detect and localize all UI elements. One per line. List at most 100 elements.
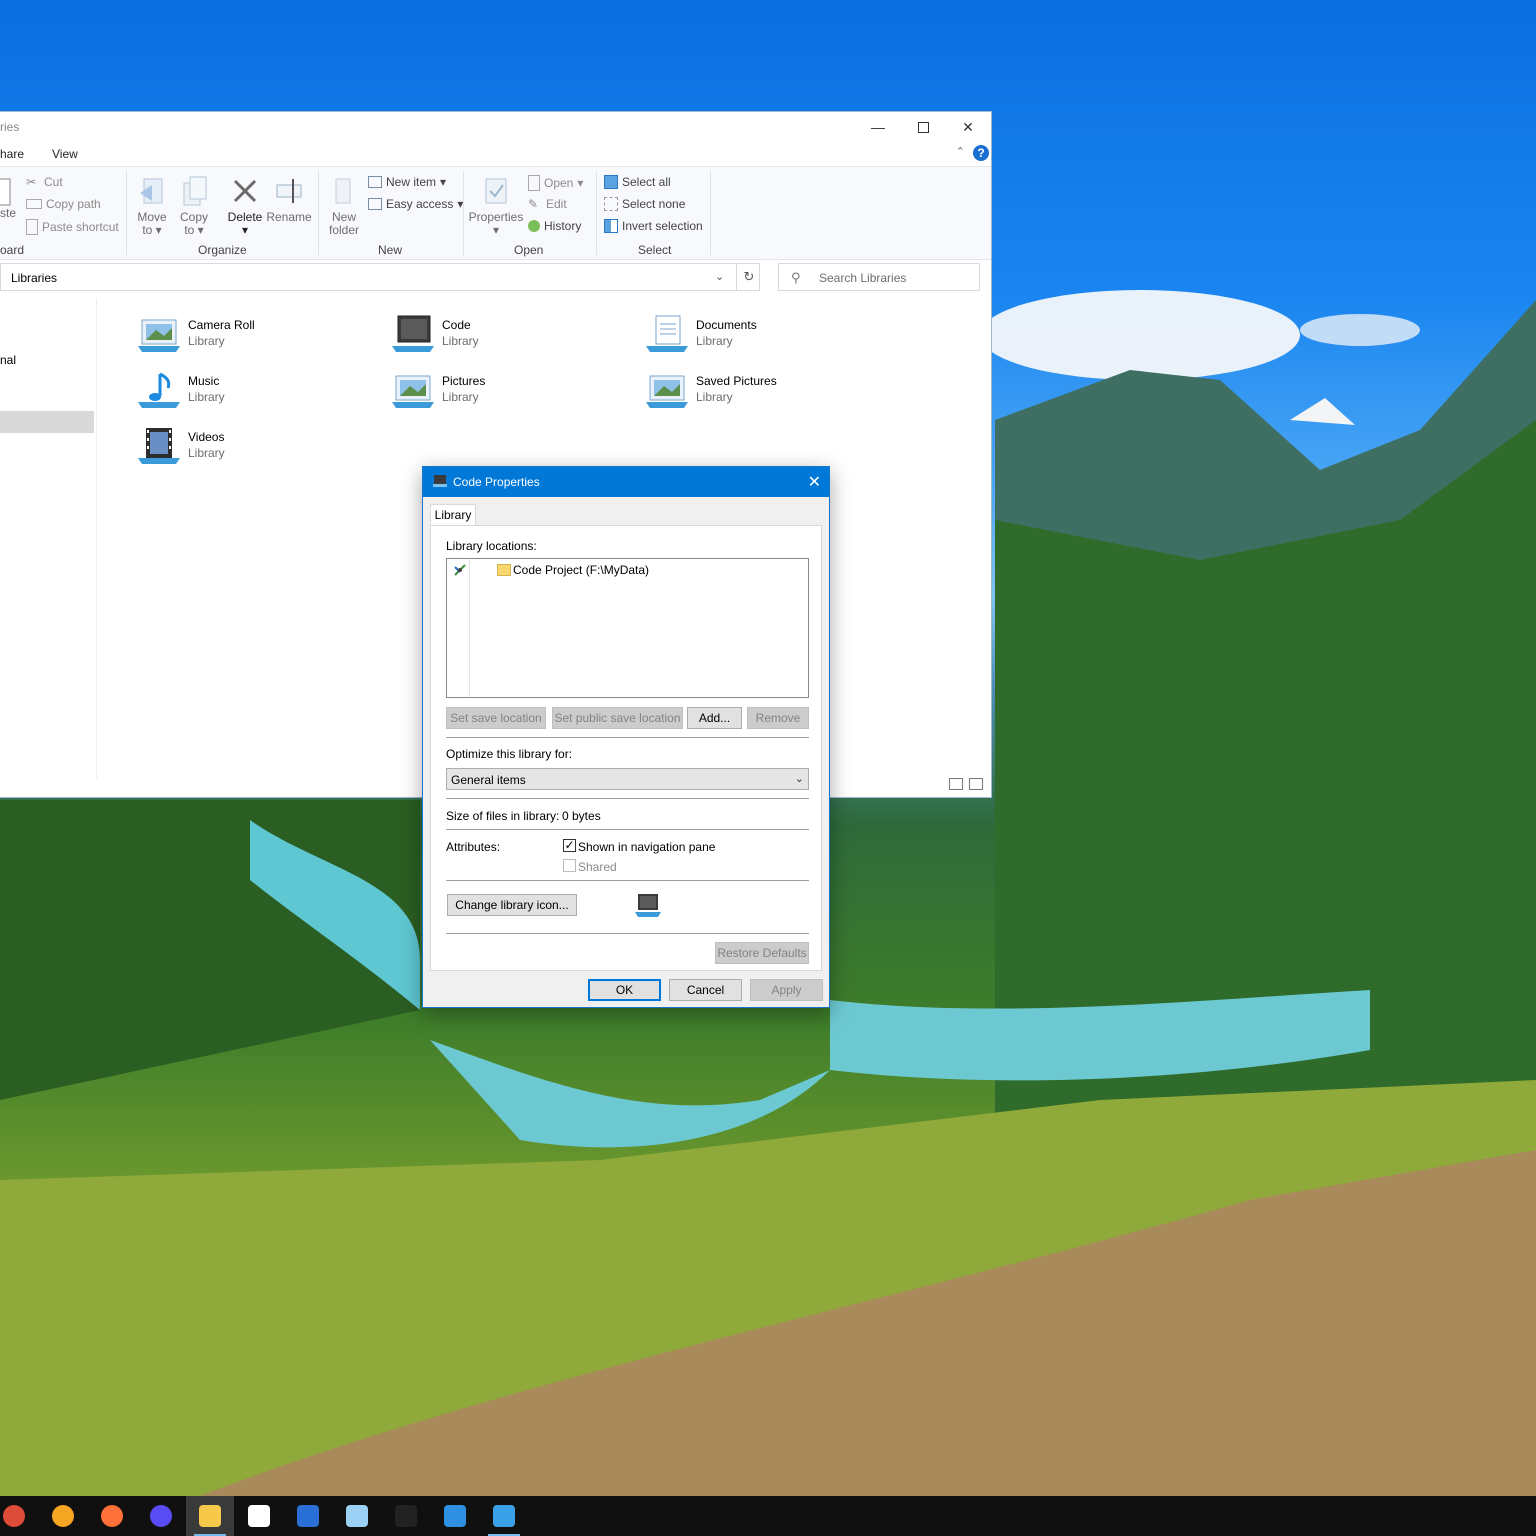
taskbar-notepad-button[interactable] xyxy=(333,1496,381,1536)
restore-defaults-button[interactable]: Restore Defaults xyxy=(715,942,809,964)
add-location-button[interactable]: Add... xyxy=(687,707,742,729)
new-folder-label-2: folder xyxy=(328,223,360,237)
move-to-label-2: to xyxy=(142,223,153,237)
select-none-button[interactable]: Select none xyxy=(604,197,685,211)
tab-library[interactable]: Library xyxy=(430,504,476,526)
firefox-icon xyxy=(101,1505,123,1527)
refresh-button[interactable]: ↻ xyxy=(736,264,761,290)
monitor-icon xyxy=(433,475,447,487)
new-item-label: New item xyxy=(386,175,437,189)
new-item-button[interactable]: New item ▾ xyxy=(368,175,446,189)
details-view-icon[interactable] xyxy=(949,778,963,790)
history-button[interactable]: History xyxy=(528,219,581,233)
taskbar-photos-button[interactable] xyxy=(431,1496,479,1536)
edit-label: Edit xyxy=(546,197,567,211)
edit-icon: ✎ xyxy=(528,197,539,211)
apply-button[interactable]: Apply xyxy=(750,979,823,1001)
tab-share[interactable]: hare xyxy=(0,147,24,161)
open-button[interactable]: Open ▾ xyxy=(528,175,583,191)
organize-group-label: Organize xyxy=(198,243,247,257)
optimize-label: Optimize this library for: xyxy=(446,747,573,761)
taskbar-file-explorer-button[interactable] xyxy=(186,1496,234,1536)
address-path: Libraries xyxy=(11,271,58,285)
dropdown-arrow-icon: ▾ xyxy=(194,223,204,237)
taskbar-firefox-button[interactable] xyxy=(88,1496,136,1536)
terminal-icon xyxy=(395,1505,417,1527)
taskbar-store-button[interactable] xyxy=(235,1496,283,1536)
new-group-label: New xyxy=(378,243,403,257)
documents-library-icon xyxy=(646,314,690,356)
orange-browser-icon xyxy=(52,1505,74,1527)
maximize-icon xyxy=(917,121,929,133)
taskbar-terminal-button[interactable] xyxy=(382,1496,430,1536)
copy-path-button[interactable]: Copy path xyxy=(26,197,101,211)
select-all-button[interactable]: Select all xyxy=(604,175,671,189)
maximize-button[interactable] xyxy=(900,112,946,142)
library-item-music[interactable]: Music Library xyxy=(138,370,368,416)
nav-item[interactable]: nal xyxy=(0,353,16,367)
code-properties-dialog: Code Properties ✕ Library Library locati… xyxy=(422,466,830,1008)
search-input[interactable]: ⚲ Search Libraries xyxy=(778,263,980,291)
paste-shortcut-label: Paste shortcut xyxy=(42,220,119,234)
library-item-pictures[interactable]: Pictures Library xyxy=(392,370,622,416)
taskbar-monitor-app-button[interactable] xyxy=(480,1496,528,1536)
library-item-camera-roll[interactable]: Camera Roll Library xyxy=(138,314,368,360)
ok-button[interactable]: OK xyxy=(588,979,661,1001)
shared-checkbox[interactable] xyxy=(563,859,576,872)
collapse-ribbon-button[interactable]: ⌃ xyxy=(956,145,965,158)
paste-button[interactable]: ste xyxy=(0,175,16,220)
set-public-save-location-button[interactable]: Set public save location xyxy=(552,707,683,729)
dropdown-arrow-icon: ▾ xyxy=(577,176,584,190)
library-type: Library xyxy=(188,334,225,348)
close-button[interactable]: ✕ xyxy=(945,112,991,142)
taskbar-powershell-button[interactable] xyxy=(284,1496,332,1536)
optimize-selected-value: General items xyxy=(451,773,526,787)
monitor-library-icon xyxy=(392,314,436,356)
properties-button[interactable]: Properties ▾ xyxy=(468,175,524,237)
copy-path-label: Copy path xyxy=(46,197,101,211)
library-locations-list[interactable]: Code Project (F:\MyData) xyxy=(446,558,809,698)
library-name: Music xyxy=(188,374,220,388)
optimize-select[interactable]: General items ⌄ xyxy=(446,768,809,790)
list-item[interactable]: Code Project (F:\MyData) xyxy=(513,563,649,577)
help-button[interactable]: ? xyxy=(973,145,989,161)
library-item-documents[interactable]: Documents Library xyxy=(646,314,876,360)
move-to-button[interactable]: Move to ▾ xyxy=(134,175,170,237)
large-icons-view-icon[interactable] xyxy=(969,778,983,790)
dialog-close-button[interactable]: ✕ xyxy=(808,472,821,492)
taskbar-chrome-button[interactable] xyxy=(0,1496,38,1536)
edit-button[interactable]: ✎ Edit xyxy=(528,197,567,211)
folder-icon xyxy=(497,564,511,576)
cut-button[interactable]: ✂ Cut xyxy=(26,175,63,189)
library-item-code[interactable]: Code Library xyxy=(392,314,622,360)
change-library-icon-button[interactable]: Change library icon... xyxy=(447,894,577,916)
open-group-label: Open xyxy=(514,243,544,257)
minimize-button[interactable]: — xyxy=(855,112,901,142)
dialog-titlebar[interactable]: Code Properties ✕ xyxy=(423,467,829,497)
library-item-videos[interactable]: Videos Library xyxy=(138,426,368,472)
library-item-saved-pictures[interactable]: Saved Pictures Library xyxy=(646,370,876,416)
delete-button[interactable]: Delete ▾ xyxy=(226,175,264,237)
chevron-down-icon: ⌄ xyxy=(794,773,804,785)
copy-to-button[interactable]: Copy to ▾ xyxy=(176,175,212,237)
address-bar[interactable]: Libraries ⌄ ↻ xyxy=(0,263,760,291)
paste-shortcut-button[interactable]: Paste shortcut xyxy=(26,219,119,235)
new-folder-button[interactable]: New folder xyxy=(324,175,364,237)
checkmark-icon: ✓ xyxy=(564,838,575,852)
tab-view[interactable]: View xyxy=(52,147,78,161)
explorer-titlebar[interactable]: ries — ✕ xyxy=(0,112,991,142)
dropdown-arrow-icon: ▾ xyxy=(492,223,500,237)
easy-access-button[interactable]: Easy access ▾ xyxy=(368,197,463,211)
invert-selection-button[interactable]: Invert selection xyxy=(604,219,703,233)
cancel-button[interactable]: Cancel xyxy=(669,979,742,1001)
dialog-title: Code Properties xyxy=(453,475,540,489)
shown-in-nav-checkbox[interactable]: ✓ xyxy=(563,839,576,852)
rename-button[interactable]: Rename xyxy=(266,175,312,224)
chevron-down-icon[interactable]: ⌄ xyxy=(715,270,724,283)
nav-item-selected[interactable] xyxy=(0,411,94,433)
history-icon xyxy=(528,220,540,232)
taskbar-orange-browser-button[interactable] xyxy=(39,1496,87,1536)
remove-location-button[interactable]: Remove xyxy=(747,707,809,729)
taskbar-firefox-nightly-button[interactable] xyxy=(137,1496,185,1536)
set-save-location-button[interactable]: Set save location xyxy=(446,707,546,729)
